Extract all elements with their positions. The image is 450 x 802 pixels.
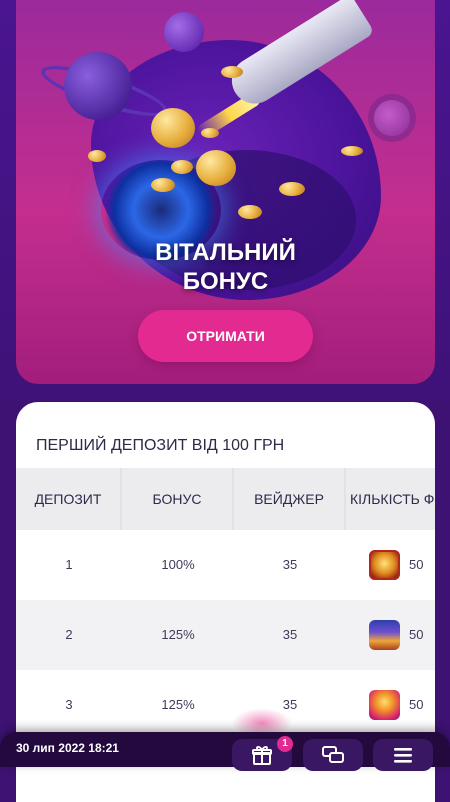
coin-illustration (151, 108, 195, 148)
gift-icon (252, 746, 272, 765)
column-header-wager: ВЕЙДЖЕР (254, 491, 324, 507)
column-divider (344, 468, 346, 530)
spins-cell: 50 (409, 557, 424, 572)
coin-illustration (196, 150, 236, 186)
right-planet-illustration (374, 100, 410, 136)
table-row: 3 125% 35 50 (16, 670, 435, 740)
coin-illustration (341, 146, 363, 156)
column-header-deposit: ДЕПОЗИТ (34, 491, 102, 507)
banner-title: ВІТАЛЬНИЙ БОНУС (16, 238, 435, 296)
menu-icon (394, 748, 412, 763)
bonus-cell: 125% (161, 627, 195, 642)
bottom-bar: 30 лип 2022 18:21 (0, 732, 450, 771)
gold-slot-icon[interactable] (369, 550, 400, 580)
coin-illustration (88, 150, 106, 162)
bonus-cell: 125% (161, 697, 195, 712)
coin-illustration (238, 205, 262, 219)
get-bonus-button[interactable]: ОТРИМАТИ (138, 310, 313, 362)
column-header-bonus: БОНУС (152, 491, 202, 507)
coin-illustration (279, 182, 305, 196)
table-header-row: ДЕПОЗИТ БОНУС ВЕЙДЖЕР КІЛЬКІСТЬ Ф (16, 468, 435, 530)
table-row: 2 125% 35 50 (16, 600, 435, 670)
datetime-label: 30 лип 2022 18:21 (16, 741, 119, 755)
bonus-cell: 100% (161, 557, 195, 572)
small-planet-illustration (164, 12, 204, 52)
spins-cell: 50 (409, 627, 424, 642)
chat-button[interactable] (303, 739, 363, 771)
coin-illustration (171, 160, 193, 174)
menu-button[interactable] (373, 739, 433, 771)
spins-cell: 50 (409, 697, 424, 712)
coin-illustration (201, 128, 219, 138)
gift-badge: 1 (277, 736, 293, 752)
welcome-bonus-banner: ВІТАЛЬНИЙ БОНУС ОТРИМАТИ (16, 0, 435, 384)
wager-cell: 35 (282, 627, 298, 642)
coin-illustration (221, 66, 243, 78)
coin-illustration (151, 178, 175, 192)
deposit-cell: 2 (65, 627, 73, 642)
wager-cell: 35 (282, 557, 298, 572)
deposit-cell: 1 (65, 557, 73, 572)
banner-title-line1: ВІТАЛЬНИЙ (155, 239, 296, 266)
column-header-spins: КІЛЬКІСТЬ Ф (350, 491, 435, 507)
table-heading: ПЕРШИЙ ДЕПОЗИТ ВІД 100 ГРН (36, 437, 285, 454)
deposit-cell: 3 (65, 697, 73, 712)
planet-illustration (64, 52, 132, 120)
egypt-slot-icon[interactable] (369, 620, 400, 650)
fruit-slot-icon[interactable] (369, 690, 400, 720)
table-row: 1 100% 35 50 (16, 530, 435, 600)
banner-title-line2: БОНУС (182, 268, 269, 295)
chat-icon (322, 746, 344, 763)
